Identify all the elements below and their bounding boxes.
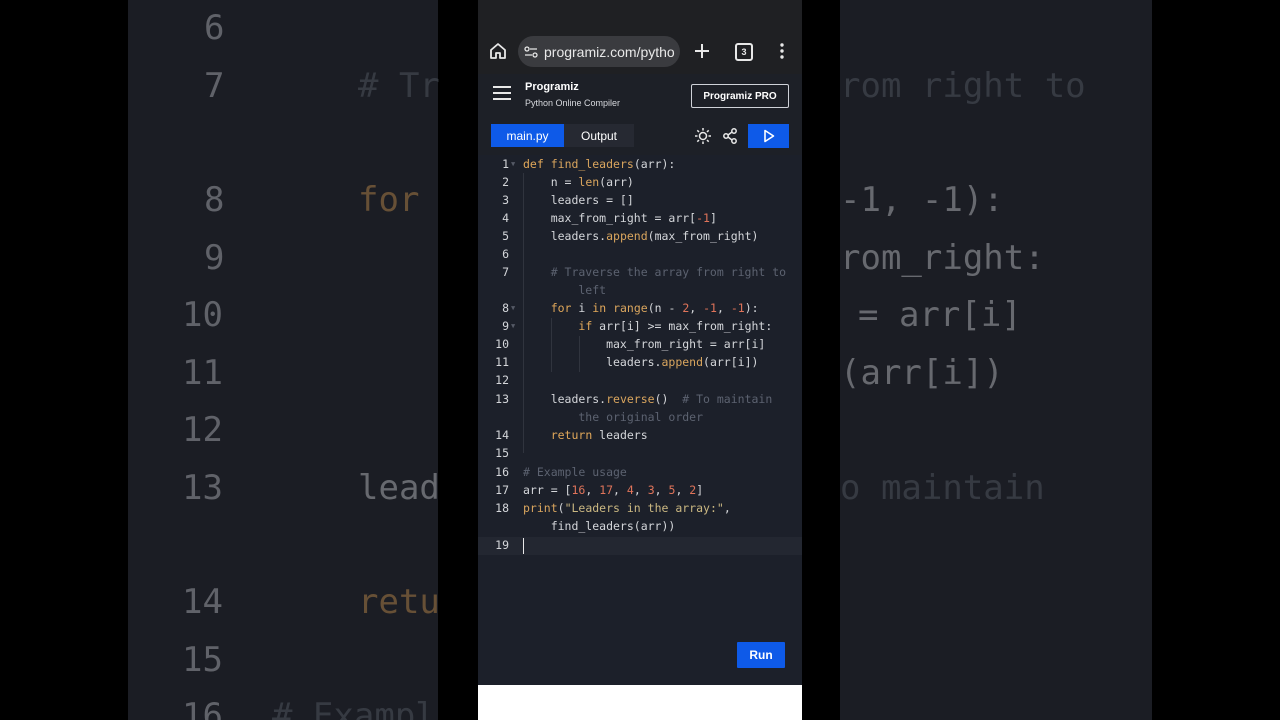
code-line: 7 # Traverse the array from right to [502,265,787,279]
theme-toggle-icon[interactable] [694,127,712,145]
bg-code-fragment: # Exampl [272,696,436,720]
text-cursor [523,538,524,554]
bg-line-number: 11 [182,353,223,393]
home-icon[interactable] [488,40,508,62]
code-line: 16 # Example usage [495,465,627,479]
code-line: 11 leaders.append(arr[i]) [495,355,759,369]
programiz-pro-button[interactable]: Programiz PRO [691,84,789,108]
bg-line-number: 12 [182,410,223,450]
code-line-wrap: find_leaders(arr)) [523,519,676,533]
code-line: 3 leaders = [] [502,193,634,207]
bg-code-fragment: (arr[i]) [840,353,1004,393]
code-line: 13 leaders.reverse() # To maintain [495,392,773,406]
tab-main-py[interactable]: main.py [491,124,564,147]
bg-code-fragment: lead [358,468,440,508]
brand-logo[interactable]: Programiz [525,81,579,93]
url-bar[interactable]: programiz.com/pytho [518,36,680,67]
code-line: 5 leaders.append(max_from_right) [502,229,759,243]
code-line: 1 ▼ def find_leaders(arr): [502,157,676,171]
bottom-bar [478,685,802,720]
code-line: 6 [502,247,509,261]
bg-line-number: 14 [182,582,223,622]
bg-code-fragment: retu [358,582,440,622]
code-line: 14 return leaders [495,428,648,442]
share-icon[interactable] [721,127,739,145]
bg-code-fragment: for [358,180,420,220]
code-line: 15 [495,446,509,460]
menu-icon[interactable] [492,85,511,101]
bg-line-number: 10 [182,295,223,335]
code-line: 18 print("Leaders in the array:", [495,501,731,515]
code-line: 17 arr = [16, 17, 4, 3, 5, 2] [495,483,704,497]
bg-code-fragment: # Tr [358,66,440,106]
tab-switcher-icon[interactable]: 3 [735,43,753,61]
code-line: 2 n = len(arr) [502,175,634,189]
bg-code-fragment: -1, -1): [840,180,1004,220]
run-button[interactable]: Run [737,642,785,668]
bg-line-number: 15 [182,640,223,680]
site-settings-icon[interactable] [524,45,538,58]
bg-line-number: 9 [204,238,225,278]
bg-code-fragment: rom_right: [840,238,1045,278]
code-line: 9 ▼ if arr[i] >= max_from_right: [502,319,773,333]
phone-screen: programiz.com/pytho 3 Programiz Python O… [478,0,802,720]
bg-line-number: 6 [204,8,225,48]
play-icon [763,129,774,143]
url-text[interactable]: programiz.com/pytho [544,44,675,60]
code-line: 19 [495,538,509,552]
bg-code-fragment: rom right to [840,66,1086,106]
bg-code-fragment: = arr[i] [858,295,1022,335]
code-line: 4 max_from_right = arr[-1] [502,211,717,225]
page-title: Python Online Compiler [525,98,621,108]
tab-output[interactable]: Output [564,124,634,147]
code-line-wrap: the original order [523,410,704,424]
bg-line-number: 13 [182,468,223,508]
code-line: 12 [495,373,509,387]
bg-line-number: 7 [204,66,225,106]
bg-code-fragment: o maintain [840,468,1045,508]
code-line: 8 ▼ for i in range(n - 2, -1, -1): [502,301,759,315]
bg-line-number: 8 [204,180,225,220]
bg-line-number: 16 [182,696,223,720]
code-line-wrap: left [523,283,607,297]
code-line: 10 max_from_right = arr[i] [495,337,766,351]
new-tab-icon[interactable] [692,40,712,62]
more-icon[interactable] [774,41,790,61]
run-icon-button[interactable] [748,124,789,148]
